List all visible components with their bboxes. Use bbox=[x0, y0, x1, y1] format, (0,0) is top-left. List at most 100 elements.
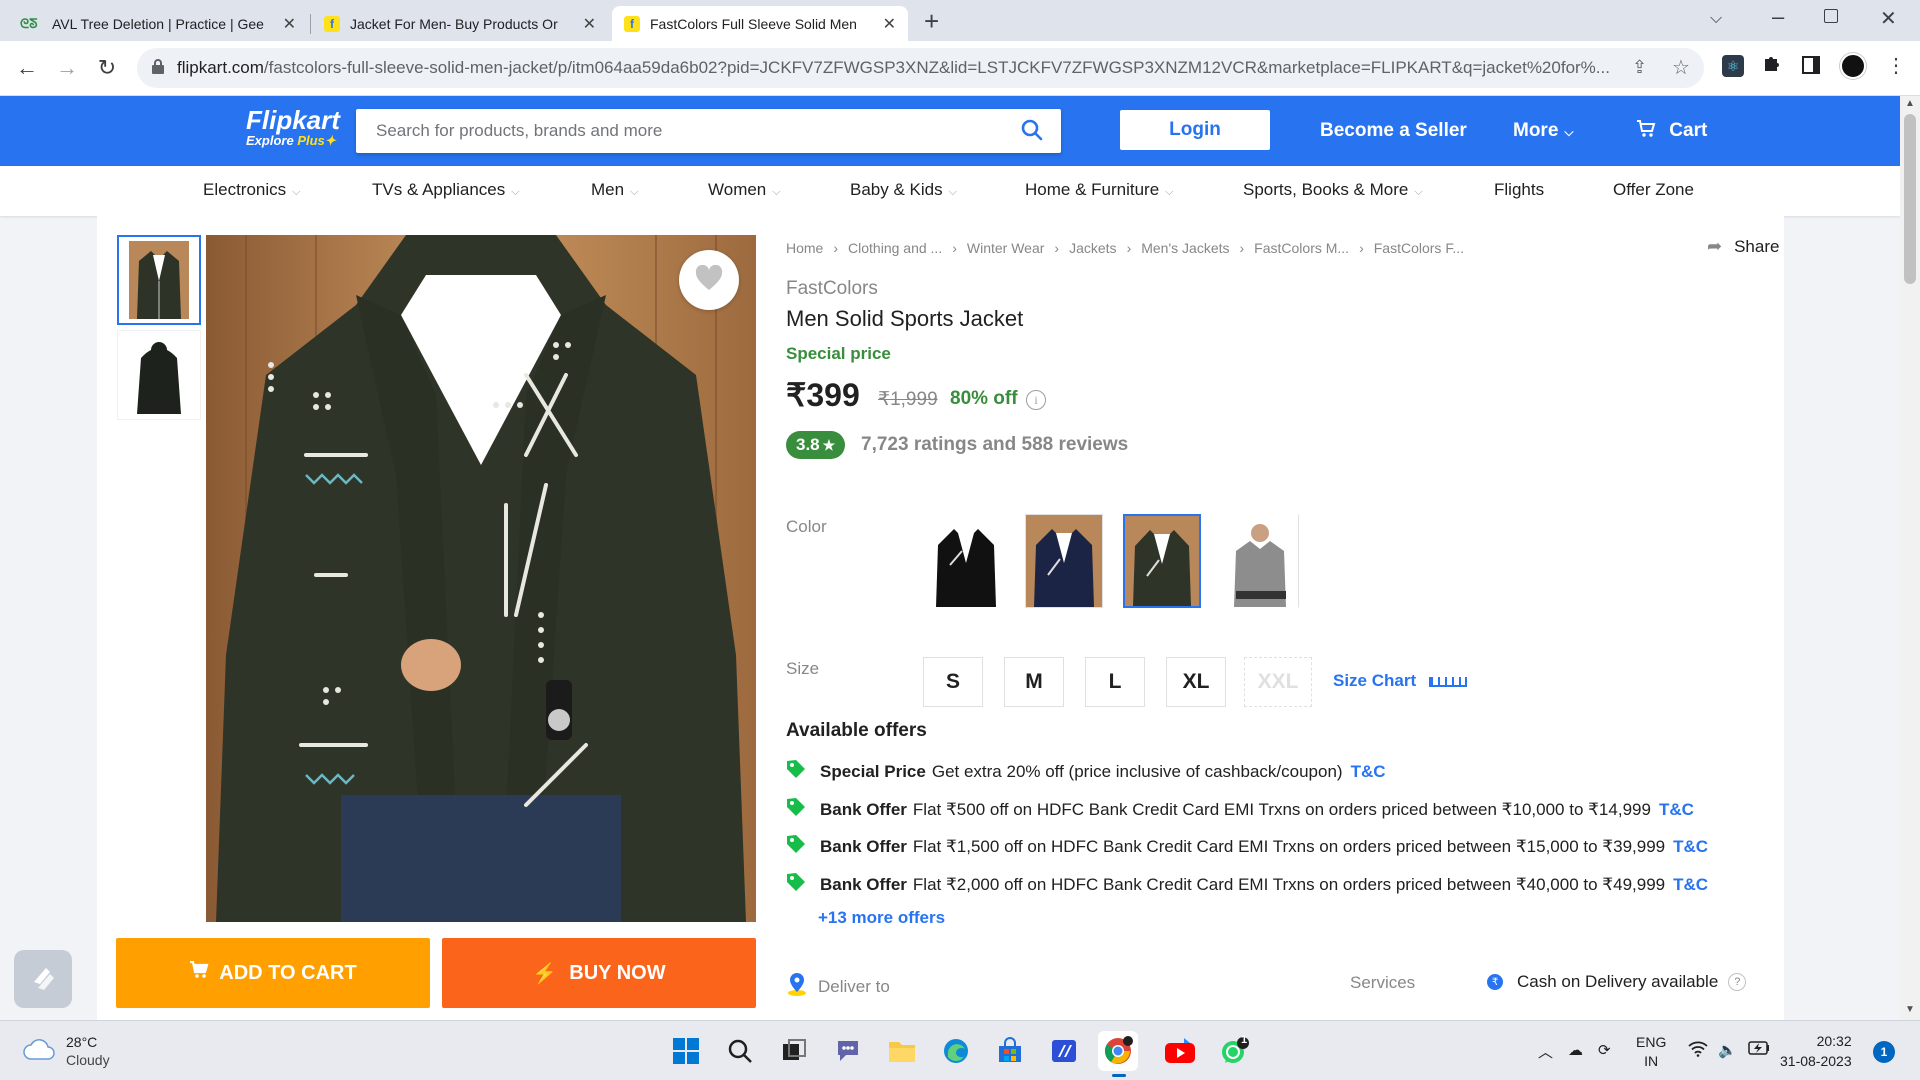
help-icon[interactable]: ? bbox=[1728, 973, 1747, 991]
info-icon[interactable]: i bbox=[1026, 390, 1046, 410]
product-main-image[interactable] bbox=[206, 235, 756, 922]
category-electronics[interactable]: Electronics ⌵ bbox=[203, 180, 300, 200]
breadcrumb-item[interactable]: FastColors M... bbox=[1254, 240, 1349, 256]
category-sports-books[interactable]: Sports, Books & More ⌵ bbox=[1243, 180, 1423, 200]
services-label: Services bbox=[1350, 973, 1416, 992]
color-swatch-black[interactable] bbox=[927, 514, 1005, 608]
more-menu[interactable]: More ⌵ bbox=[1513, 120, 1574, 142]
profile-avatar[interactable] bbox=[1840, 53, 1866, 79]
reload-icon[interactable]: ↻ bbox=[90, 51, 124, 85]
gfg-favicon-icon: ᘓᘕ bbox=[20, 15, 38, 31]
terms-link[interactable]: T&C bbox=[1659, 800, 1694, 820]
more-offers-link[interactable]: +13 more offers bbox=[818, 908, 945, 928]
react-devtools-extension-icon[interactable]: ⚛ bbox=[1722, 55, 1744, 77]
search-icon[interactable] bbox=[720, 1031, 760, 1071]
category-home-furniture[interactable]: Home & Furniture ⌵ bbox=[1025, 180, 1174, 200]
ratings-reviews-count[interactable]: 7,723 ratings and 588 reviews bbox=[861, 434, 1128, 456]
weather-widget[interactable]: 28°C Cloudy bbox=[22, 1033, 110, 1069]
terms-link[interactable]: T&C bbox=[1351, 762, 1386, 782]
add-to-cart-button[interactable]: ADD TO CART bbox=[116, 938, 430, 1008]
color-swatch-olive-selected[interactable] bbox=[1123, 514, 1201, 608]
close-tab-icon[interactable]: ✕ bbox=[283, 14, 296, 34]
battery-charging-icon[interactable] bbox=[1748, 1041, 1770, 1059]
size-l-button[interactable]: L bbox=[1085, 657, 1145, 707]
close-window-icon[interactable]: ✕ bbox=[1880, 6, 1897, 31]
wishlist-heart-button[interactable] bbox=[679, 250, 739, 310]
show-hidden-icons-chevron-icon[interactable]: ︿ bbox=[1538, 1041, 1553, 1062]
share-button[interactable]: ➦ Share bbox=[1707, 236, 1779, 257]
search-icon[interactable] bbox=[1021, 119, 1043, 146]
breadcrumb-item[interactable]: Men's Jackets bbox=[1141, 240, 1229, 256]
whatsapp-badge: 1 bbox=[1241, 1034, 1248, 1046]
size-chart-link[interactable]: Size Chart bbox=[1333, 671, 1467, 691]
edge-browser-icon[interactable] bbox=[936, 1031, 976, 1071]
thumbnail-front[interactable] bbox=[117, 235, 201, 325]
scrollbar-thumb[interactable] bbox=[1904, 114, 1916, 284]
close-tab-icon[interactable]: ✕ bbox=[883, 14, 896, 34]
floating-app-shortcut-icon[interactable] bbox=[14, 950, 72, 1008]
share-page-icon[interactable]: ⇪ bbox=[1632, 57, 1647, 78]
vertical-scrollbar[interactable]: ▲ ▼ bbox=[1900, 96, 1920, 1020]
extensions-puzzle-icon[interactable] bbox=[1762, 53, 1782, 79]
tab-geeksforgeeks[interactable]: ᘓᘕ AVL Tree Deletion | Practice | Gee ✕ bbox=[8, 6, 308, 41]
system-clock[interactable]: 20:32 31-08-2023 bbox=[1780, 1031, 1852, 1071]
file-explorer-icon[interactable] bbox=[882, 1031, 922, 1071]
become-seller-link[interactable]: Become a Seller bbox=[1320, 120, 1467, 142]
windows-start-icon[interactable] bbox=[666, 1031, 706, 1071]
size-m-button[interactable]: M bbox=[1004, 657, 1064, 707]
close-tab-icon[interactable]: ✕ bbox=[583, 14, 596, 34]
breadcrumb-item[interactable]: Clothing and ... bbox=[848, 240, 942, 256]
cart-link[interactable]: Cart bbox=[1636, 120, 1707, 142]
side-panel-icon[interactable] bbox=[1802, 56, 1820, 74]
visual-studio-code-like-icon[interactable] bbox=[1044, 1031, 1084, 1071]
breadcrumb-item[interactable]: Jackets bbox=[1069, 240, 1116, 256]
category-baby-kids[interactable]: Baby & Kids ⌵ bbox=[850, 180, 957, 200]
forward-arrow-icon[interactable]: → bbox=[50, 51, 84, 85]
tab-search-chevron-icon[interactable]: ⌵ bbox=[1710, 10, 1722, 28]
back-arrow-icon[interactable]: ← bbox=[10, 51, 44, 85]
color-swatch-navy[interactable] bbox=[1025, 514, 1103, 608]
category-men[interactable]: Men ⌵ bbox=[591, 180, 638, 200]
buy-now-button[interactable]: ⚡ BUY NOW bbox=[442, 938, 756, 1008]
terms-link[interactable]: T&C bbox=[1673, 837, 1708, 857]
language-indicator[interactable]: ENG IN bbox=[1636, 1033, 1666, 1071]
category-flights[interactable]: Flights bbox=[1494, 180, 1544, 200]
menu-kebab-icon[interactable]: ⋮ bbox=[1886, 53, 1906, 78]
youtube-app-icon[interactable] bbox=[1160, 1031, 1200, 1071]
whatsapp-icon[interactable]: 1 bbox=[1214, 1031, 1254, 1071]
volume-icon[interactable]: 🔈 bbox=[1718, 1041, 1737, 1059]
tab-flipkart-product[interactable]: f FastColors Full Sleeve Solid Men ✕ bbox=[612, 6, 908, 41]
tab-flipkart-search[interactable]: f Jacket For Men- Buy Products Or ✕ bbox=[312, 6, 608, 41]
thumbnail-back[interactable] bbox=[117, 330, 201, 420]
login-button[interactable]: Login bbox=[1120, 110, 1270, 150]
url-field[interactable]: flipkart.com/fastcolors-full-sleeve-soli… bbox=[137, 48, 1704, 88]
breadcrumb-item[interactable]: Winter Wear bbox=[967, 240, 1045, 256]
breadcrumb-item[interactable]: FastColors F... bbox=[1374, 240, 1464, 256]
scroll-down-arrow-icon: ▼ bbox=[1905, 1004, 1915, 1015]
chevron-down-icon: ⌵ bbox=[511, 186, 520, 198]
task-view-icon[interactable] bbox=[774, 1031, 814, 1071]
wifi-icon[interactable] bbox=[1688, 1041, 1708, 1061]
flipkart-logo[interactable]: Flipkart Explore Plus✦ bbox=[246, 106, 340, 148]
new-tab-plus-icon[interactable]: + bbox=[924, 6, 939, 37]
breadcrumb-item[interactable]: Home bbox=[786, 240, 823, 256]
category-tvs-appliances[interactable]: TVs & Appliances ⌵ bbox=[372, 180, 520, 200]
onedrive-cloud-icon[interactable]: ☁ bbox=[1568, 1041, 1583, 1059]
notification-badge[interactable]: 1 bbox=[1873, 1041, 1895, 1063]
category-women[interactable]: Women ⌵ bbox=[708, 180, 781, 200]
teams-chat-icon[interactable] bbox=[828, 1031, 868, 1071]
bookmark-star-icon[interactable]: ☆ bbox=[1672, 55, 1690, 80]
size-xxl-button-unavailable[interactable]: XXL bbox=[1244, 657, 1312, 707]
sync-icon[interactable]: ⟳ bbox=[1598, 1041, 1611, 1059]
category-offer-zone[interactable]: Offer Zone bbox=[1613, 180, 1694, 200]
maximize-icon[interactable] bbox=[1824, 9, 1838, 23]
size-xl-button[interactable]: XL bbox=[1166, 657, 1226, 707]
size-s-button[interactable]: S bbox=[923, 657, 983, 707]
terms-link[interactable]: T&C bbox=[1673, 875, 1708, 895]
search-input[interactable] bbox=[356, 109, 996, 153]
color-swatch-grey[interactable] bbox=[1221, 514, 1299, 608]
microsoft-store-icon[interactable] bbox=[990, 1031, 1030, 1071]
chrome-browser-icon[interactable] bbox=[1098, 1031, 1138, 1071]
rating-badge[interactable]: 3.8 ★ bbox=[786, 431, 846, 459]
minimize-icon[interactable]: – bbox=[1772, 4, 1784, 30]
